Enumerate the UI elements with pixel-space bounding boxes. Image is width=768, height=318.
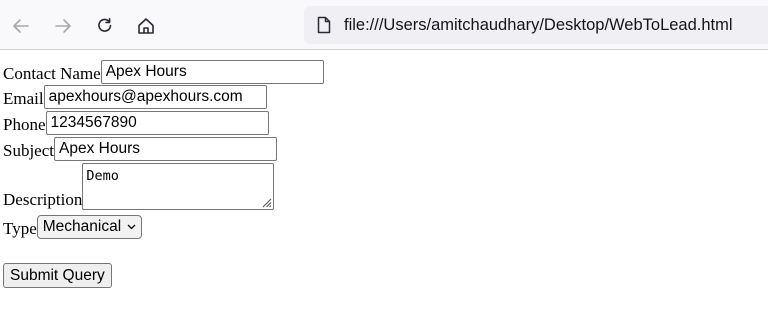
phone-label: Phone — [3, 115, 46, 134]
forward-button[interactable] — [48, 11, 78, 41]
back-arrow-icon — [13, 19, 29, 33]
phone-row: Phone 1234567890 — [3, 111, 269, 135]
description-row: Description Demo — [3, 163, 275, 210]
browser-toolbar: file:///Users/amitchaudhary/Desktop/WebT… — [0, 0, 768, 50]
subject-label: Subject — [3, 141, 54, 160]
description-label: Description — [3, 190, 83, 209]
document-icon — [317, 16, 331, 34]
forward-arrow-icon — [55, 19, 71, 33]
reload-button[interactable] — [90, 11, 120, 41]
resize-grip-icon[interactable] — [260, 196, 272, 208]
type-selected-value: Mechanical — [42, 218, 122, 235]
address-bar[interactable]: file:///Users/amitchaudhary/Desktop/WebT… — [304, 6, 768, 44]
type-row: Type Mechanical — [3, 215, 143, 239]
type-label: Type — [3, 219, 37, 238]
type-select[interactable]: Mechanical — [36, 215, 143, 239]
page-content: Contact Name Apex Hours Email apexhours@… — [0, 50, 768, 318]
subject-input[interactable]: Apex Hours — [54, 137, 277, 161]
description-textarea[interactable]: Demo — [82, 163, 275, 210]
url-text: file:///Users/amitchaudhary/Desktop/WebT… — [344, 16, 733, 34]
subject-row: Subject Apex Hours — [3, 137, 277, 161]
email-row: Email apexhours@apexhours.com — [3, 85, 267, 109]
reload-icon — [98, 18, 112, 32]
contact-name-row: Contact Name Apex Hours — [3, 60, 324, 84]
chevron-down-icon — [127, 224, 136, 230]
description-text: Demo — [86, 168, 119, 184]
phone-input[interactable]: 1234567890 — [45, 111, 269, 135]
submit-query-button[interactable]: Submit Query — [3, 263, 112, 288]
email-input[interactable]: apexhours@apexhours.com — [43, 85, 267, 109]
home-button[interactable] — [131, 11, 161, 41]
back-button[interactable] — [6, 11, 36, 41]
contact-name-input[interactable]: Apex Hours — [100, 60, 324, 84]
contact-name-label: Contact Name — [3, 64, 101, 83]
home-icon — [138, 18, 154, 34]
email-label: Email — [3, 89, 44, 108]
